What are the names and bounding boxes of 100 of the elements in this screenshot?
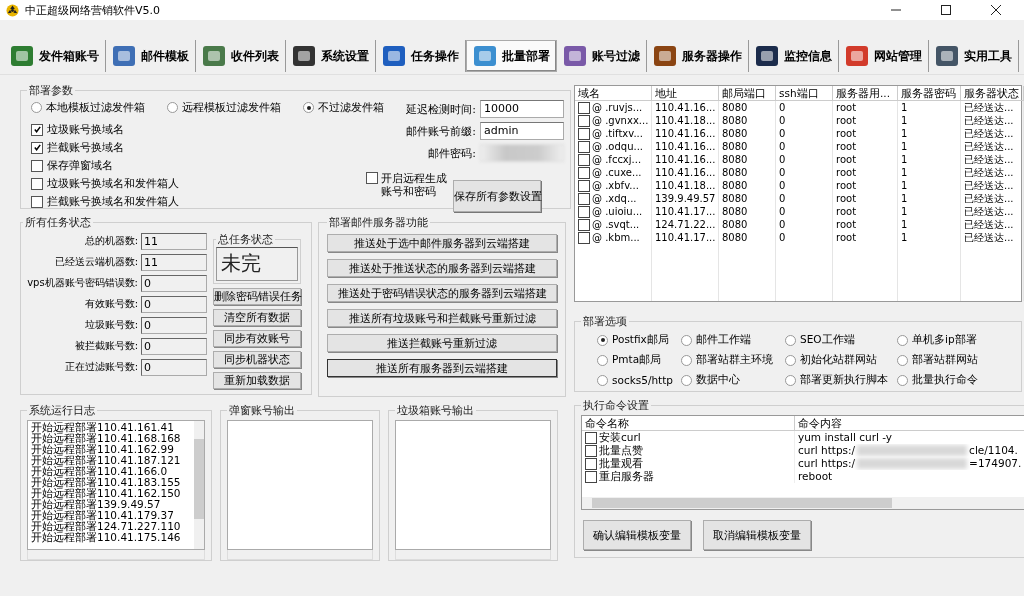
table-cell: @ .xdq... <box>592 192 637 205</box>
command-table[interactable]: 命令名称 命令内容 安装curl yum install curl -y 批量点赞 curl https:/ cle/1104. 批量观看 curl https:/ =174907. 重启服务器 reboot <box>581 415 1024 510</box>
save-button[interactable]: 保存所有参数设置 <box>453 180 541 212</box>
radio-option[interactable]: 邮件工作端 <box>681 333 785 347</box>
table-cell: 1 <box>901 101 908 114</box>
input-field[interactable]: 10000 <box>480 100 564 118</box>
action-button[interactable]: 删除密码错误任务 <box>213 288 301 305</box>
action-button[interactable]: 同步机器状态 <box>213 351 301 368</box>
radio-option[interactable]: 部署更新执行脚本 <box>785 373 897 387</box>
radio-option[interactable]: socks5/http <box>597 373 681 387</box>
table-cell: 0 <box>779 127 786 140</box>
table-cell: 1 <box>901 218 908 231</box>
table-cell: 110.41.17... <box>655 205 716 218</box>
table-cell: 124.71.22... <box>655 218 716 231</box>
table-cell: 已经送达... <box>964 114 1014 127</box>
radio-option[interactable]: 不过滤发件箱 <box>303 100 384 115</box>
push-button[interactable]: 推送处于选中邮件服务器到云端搭建 <box>327 234 557 252</box>
column-header[interactable]: ssh端口 <box>776 86 833 101</box>
column-header[interactable]: 命令名称 <box>582 416 795 431</box>
radio-option[interactable]: 远程模板过滤发件箱 <box>167 100 281 115</box>
table-cell: 8080 <box>722 127 748 140</box>
field-label: 邮件密码: <box>428 145 476 161</box>
radio-option[interactable]: 数据中心 <box>681 373 785 387</box>
radio-option[interactable]: 部署站群主环境 <box>681 353 785 367</box>
push-button[interactable]: 推送所有服务器到云端搭建 <box>327 359 557 377</box>
action-button[interactable]: 清空所有数据 <box>213 309 301 326</box>
template-button[interactable]: 确认编辑模板变量 <box>583 520 691 550</box>
checkbox-option[interactable]: 垃圾账号换域名 <box>31 122 384 137</box>
table-cell: 已经送达... <box>964 153 1014 166</box>
table-cell: 8080 <box>722 101 748 114</box>
radio-option[interactable]: 初始化站群网站 <box>785 353 897 367</box>
table-cell: @ .fccxj... <box>592 153 642 166</box>
stat-field: 0 <box>141 295 207 313</box>
log-line: 开始远程部署110.41.179.37 <box>31 510 175 521</box>
radio-option[interactable]: 批量执行命令 <box>897 373 993 387</box>
table-cell: 0 <box>779 179 786 192</box>
table-cell: curl https:/ <box>798 444 856 457</box>
action-button[interactable]: 重新加载数据 <box>213 372 301 389</box>
column-header[interactable]: 服务器状态 <box>961 86 1024 101</box>
window-title: 中正超级网络营销软件V5.0 <box>25 2 161 18</box>
column-header[interactable]: 邮局端口 <box>719 86 776 101</box>
table-cell: 已经送达... <box>964 179 1014 192</box>
log-line: 开始远程部署110.41.175.146 <box>31 532 182 543</box>
table-cell: 8080 <box>722 114 748 127</box>
table-cell: 8080 <box>722 218 748 231</box>
stat-label: 被拦截账号数: <box>74 339 138 353</box>
checkbox-option[interactable]: 开启远程生成 账号和密码 <box>366 172 447 198</box>
column-header[interactable]: 服务器密码 <box>898 86 961 101</box>
table-cell: 8080 <box>722 179 748 192</box>
radio-option[interactable]: 部署站群网站 <box>897 353 993 367</box>
table-cell: 0 <box>779 205 786 218</box>
table-cell: root <box>836 179 857 192</box>
table-cell: @ .gvnxx... <box>592 114 649 127</box>
action-button[interactable]: 同步有效账号 <box>213 330 301 347</box>
table-cell: 安装curl <box>599 431 641 444</box>
column-header[interactable]: 域名 <box>575 86 652 101</box>
table-cell: reboot <box>798 470 833 483</box>
push-button[interactable]: 推送处于推送状态的服务器到云端搭建 <box>327 259 557 277</box>
table-cell: 0 <box>779 218 786 231</box>
group-title: 总任务状态 <box>217 232 274 247</box>
table-cell: 批量观看 <box>599 457 643 470</box>
radio-option[interactable]: Postfix邮局 <box>597 333 681 347</box>
table-cell: 0 <box>779 101 786 114</box>
field-label: 延迟检测时间: <box>406 101 476 117</box>
push-button[interactable]: 推送拦截账号重新过滤 <box>327 334 557 352</box>
table-cell: 批量点赞 <box>599 444 643 457</box>
table-cell: 已经送达... <box>964 231 1014 244</box>
checkbox-option[interactable]: 拦截账号换域名 <box>31 140 384 155</box>
table-cell: 重启服务器 <box>599 470 654 483</box>
radio-option[interactable]: 单机多ip部署 <box>897 333 993 347</box>
table-cell: 8080 <box>722 153 748 166</box>
table-cell: 1 <box>901 153 908 166</box>
template-button[interactable]: 取消编辑模板变量 <box>703 520 811 550</box>
group-title: 所有任务状态 <box>24 215 92 230</box>
table-cell: 8080 <box>722 192 748 205</box>
stat-label: 总的机器数: <box>84 234 138 248</box>
toolbar-tab[interactable]: 批量部署 <box>466 40 557 72</box>
group-title: 部署邮件服务器功能 <box>328 215 429 230</box>
radio-option[interactable]: Pmta邮局 <box>597 353 681 367</box>
table-cell: 110.41.16... <box>655 127 716 140</box>
column-header[interactable]: 服务器用... <box>833 86 898 101</box>
column-header[interactable]: 命令内容 <box>795 416 1024 431</box>
log-line: 开始远程部署110.41.168.168 <box>31 433 182 444</box>
push-button[interactable]: 推送所有垃圾账号和拦截账号重新过滤 <box>327 309 557 327</box>
table-cell: root <box>836 166 857 179</box>
table-cell: 8080 <box>722 166 748 179</box>
table-cell: 已经送达... <box>964 140 1014 153</box>
column-header[interactable]: 地址 <box>652 86 719 101</box>
radio-option[interactable]: 本地模板过滤发件箱 <box>31 100 145 115</box>
radio-option[interactable]: SEO工作端 <box>785 333 897 347</box>
input-field[interactable]: admin <box>480 122 564 140</box>
push-button[interactable]: 推送处于密码错误状态的服务器到云端搭建 <box>327 284 557 302</box>
group-title: 系统运行日志 <box>28 403 96 418</box>
table-cell: root <box>836 205 857 218</box>
checkbox-option[interactable]: 保存弹窗域名 <box>31 158 384 173</box>
table-cell: root <box>836 153 857 166</box>
table-cell: 1 <box>901 166 908 179</box>
table-cell: @ .uioiu... <box>592 205 643 218</box>
log-line: 开始远程部署110.41.162.150 <box>31 488 182 499</box>
table-cell: root <box>836 114 857 127</box>
